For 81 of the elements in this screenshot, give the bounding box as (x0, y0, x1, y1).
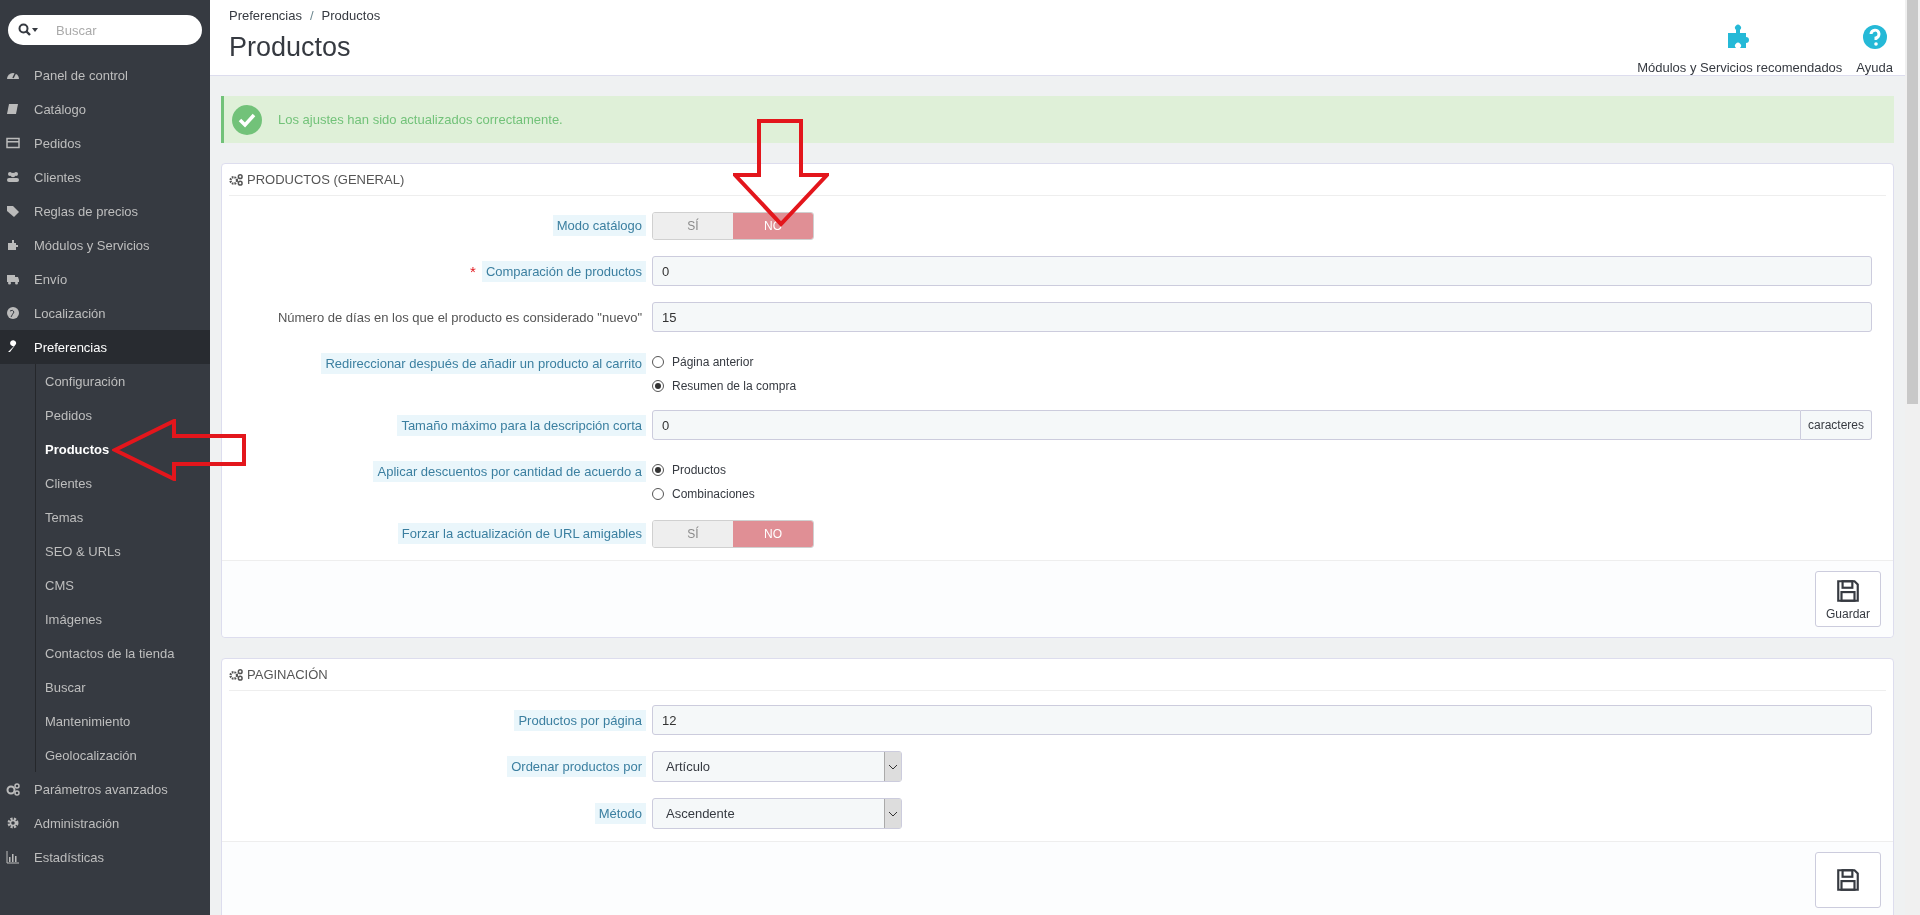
sidebar-item[interactable]: Pedidos (0, 126, 210, 160)
help-button[interactable]: Ayuda (1856, 24, 1893, 75)
input-addon: caracteres (1800, 410, 1872, 440)
save-button[interactable] (1815, 852, 1881, 908)
breadcrumb-separator: / (310, 8, 314, 23)
field-label: Forzar la actualización de URL amigables (397, 522, 646, 544)
panel-title: PAGINACIÓN (247, 667, 328, 682)
radio-label: Resumen de la compra (672, 379, 797, 393)
gears-icon (6, 782, 20, 796)
alert-message: Los ajustes han sido actualizados correctamente. (278, 112, 563, 127)
submenu-item[interactable]: Temas (36, 500, 210, 534)
submenu-item[interactable]: Geolocalización (36, 738, 210, 772)
radio-button[interactable] (652, 488, 664, 500)
text-field[interactable]: 0 (652, 256, 1872, 286)
help-icon (1861, 24, 1888, 50)
radio-button[interactable] (652, 380, 664, 392)
submenu-item[interactable]: Imágenes (36, 602, 210, 636)
field-label: Ordenar productos por (507, 755, 646, 777)
field-label: Modo catálogo (552, 214, 646, 236)
radio-label: Combinaciones (672, 487, 755, 501)
search-field[interactable]: Buscar (8, 15, 202, 45)
submenu-item[interactable]: Contactos de la tienda (36, 636, 210, 670)
sidebar-item[interactable]: Localización (0, 296, 210, 330)
chart-icon (6, 850, 20, 864)
chevron-icon (888, 810, 898, 817)
gear-icon (6, 816, 20, 830)
field-label: Comparación de productos (481, 260, 646, 282)
sidebar-item[interactable]: Reglas de precios (0, 194, 210, 228)
save-icon (1835, 577, 1861, 604)
text-field[interactable]: 15 (652, 302, 1872, 332)
gears-icon (229, 668, 244, 681)
sidebar-item[interactable]: Módulos y Servicios (0, 228, 210, 262)
globe-icon (6, 306, 20, 320)
save-button[interactable]: Guardar (1815, 571, 1881, 627)
save-icon (1835, 867, 1861, 893)
radio-label: Productos (672, 463, 727, 477)
page-title: Productos (229, 32, 352, 63)
field-label: Productos por página (514, 709, 646, 731)
checkmark-icon (232, 104, 262, 135)
search-icon (18, 23, 38, 37)
submenu-item[interactable]: Productos (36, 432, 210, 466)
field-label: Tamaño máximo para la descripción corta (397, 414, 646, 436)
select-dropdown[interactable]: Ascendente (652, 798, 902, 829)
gears-icon (229, 173, 244, 186)
submenu-item[interactable]: Buscar (36, 670, 210, 704)
required-mark: * (470, 262, 476, 280)
select-dropdown[interactable]: Artículo (652, 751, 902, 782)
card-icon (6, 136, 20, 150)
book-icon (6, 102, 20, 116)
puzzle-icon (6, 238, 20, 252)
breadcrumb-link[interactable]: Preferencias (229, 8, 302, 23)
tag-icon (6, 204, 20, 218)
text-field[interactable]: 0 (652, 410, 1801, 440)
panel-title: PRODUCTOS (GENERAL) (247, 172, 405, 187)
sidebar-item[interactable]: Clientes (0, 160, 210, 194)
submenu-item[interactable]: Mantenimiento (36, 704, 210, 738)
recommended-modules-button[interactable]: Módulos y Servicios recomendados (1637, 24, 1843, 75)
submenu-item[interactable]: Configuración (36, 364, 210, 398)
truck-icon (6, 272, 20, 286)
radio-label: Página anterior (672, 355, 754, 369)
submenu-item[interactable]: CMS (36, 568, 210, 602)
sidebar-item[interactable]: Preferencias (0, 330, 210, 364)
sidebar-item[interactable]: Catálogo (0, 92, 210, 126)
field-label: Aplicar descuentos por cantidad de acuerdo a (373, 460, 646, 482)
field-label: Número de días en los que el producto es considerado "nuevo" (276, 308, 643, 327)
submenu-item[interactable]: Clientes (36, 466, 210, 500)
sidebar-item[interactable]: Administración (0, 806, 210, 840)
text-field[interactable]: 12 (652, 705, 1872, 735)
sidebar-item[interactable]: Parámetros avanzados (0, 772, 210, 806)
field-label: Redireccionar después de añadir un producto al carrito (321, 352, 646, 374)
sidebar-item[interactable]: Envío (0, 262, 210, 296)
radio-button[interactable] (652, 356, 664, 368)
radio-button[interactable] (652, 464, 664, 476)
submenu-item[interactable]: Pedidos (36, 398, 210, 432)
sidebar-item[interactable]: Panel de control (0, 58, 210, 92)
submenu-item[interactable]: SEO & URLs (36, 534, 210, 568)
breadcrumb-link[interactable]: Productos (321, 8, 381, 23)
users-icon (6, 170, 20, 184)
chevron-icon (888, 763, 898, 770)
field-label: Método (594, 802, 646, 824)
sidebar-item[interactable]: Estadísticas (0, 840, 210, 874)
